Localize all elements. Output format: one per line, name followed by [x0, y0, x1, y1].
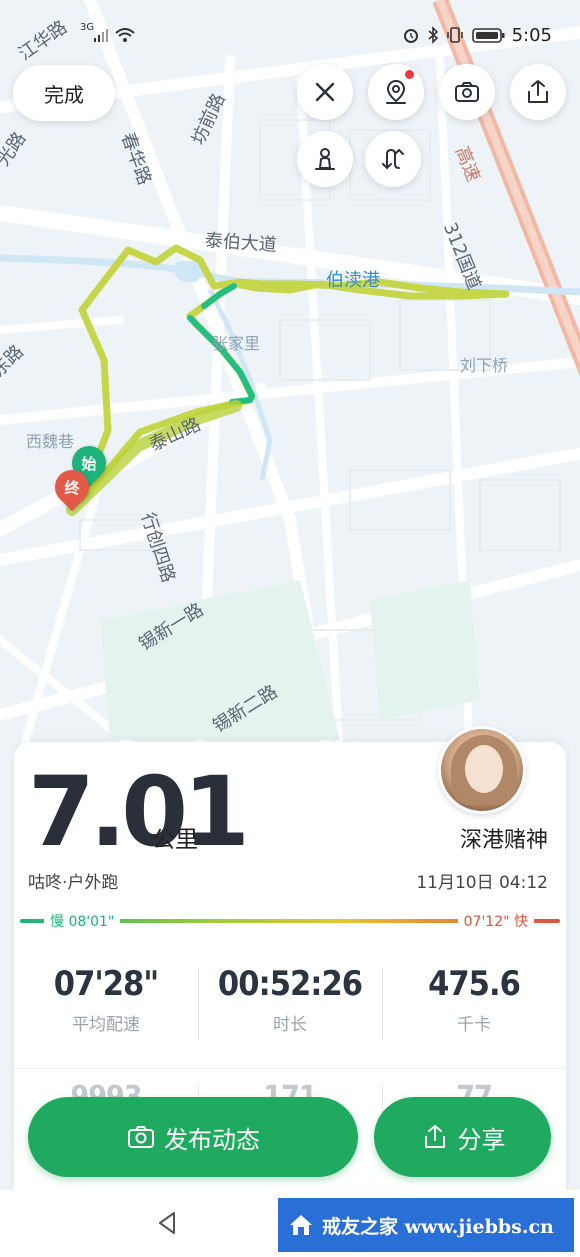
close-icon: [315, 82, 335, 102]
map-pin-button[interactable]: [368, 64, 424, 120]
share-label: 分享: [457, 1125, 506, 1154]
distance-value: 7.01: [28, 756, 250, 868]
stat-avg-pace: 07'28" 平均配速: [14, 964, 198, 1054]
camera-button[interactable]: [439, 64, 495, 120]
signal-icon: [94, 29, 108, 42]
place-label: 张家里: [212, 334, 261, 353]
share-map-button[interactable]: [510, 64, 566, 120]
share-icon: [424, 1125, 445, 1148]
share-icon: [528, 80, 548, 103]
home-icon: [290, 1215, 312, 1235]
person-icon: [315, 148, 335, 170]
stat-duration: 00:52:26 时长: [198, 964, 382, 1054]
place-label: 刘下桥: [460, 356, 509, 375]
status-time: 5:05: [511, 25, 552, 46]
person-view-button[interactable]: [297, 131, 353, 187]
distance-unit: 公里: [152, 827, 198, 853]
activity-date: 11月10日 04:12: [416, 873, 548, 893]
share-button[interactable]: 分享: [374, 1097, 551, 1177]
stat-value: 07'28": [53, 964, 159, 1004]
done-button[interactable]: 完成: [13, 65, 115, 121]
battery-icon: [472, 28, 505, 43]
pace-fast-label: 07'12" 快: [457, 911, 534, 931]
status-bar: 3G 5:05: [0, 0, 580, 70]
stats-row: 07'28" 平均配速 00:52:26 时长 475.6 千卡: [14, 964, 566, 1054]
camera-icon: [455, 82, 479, 102]
place-label: 西魏巷: [26, 432, 75, 451]
watermark-text: 戒友之家 www.jiebbs.cn: [322, 1215, 554, 1238]
vibrate-icon: [447, 27, 463, 43]
water-label: 伯渎港: [326, 270, 380, 291]
notification-dot: [405, 70, 414, 79]
wifi-icon: [115, 28, 135, 42]
divider: [14, 1068, 566, 1069]
back-icon[interactable]: [152, 1208, 182, 1238]
avatar[interactable]: [438, 726, 526, 814]
pace-gradient-bar: 慢 08'01" 07'12" 快: [20, 911, 560, 931]
route-icon: [382, 148, 404, 170]
publish-label: 发布动态: [164, 1125, 260, 1154]
stat-value: 475.6: [428, 964, 521, 1004]
activity-type: 咕咚·户外跑: [28, 873, 119, 893]
road-label: 泰伯大道: [204, 230, 278, 256]
user-nickname[interactable]: 深港赌神: [460, 822, 548, 854]
camera-icon: [128, 1126, 154, 1148]
alarm-icon: [404, 29, 418, 43]
stat-value: 00:52:26: [217, 964, 363, 1004]
pace-slow-label: 慢 08'01": [44, 911, 121, 931]
stat-label: 平均配速: [72, 1015, 140, 1035]
watermark-banner: 戒友之家 www.jiebbs.cn: [278, 1198, 574, 1252]
location-pin-icon: [386, 79, 406, 104]
run-summary-card: 7.01 公里 深港赌神 咕咚·户外跑 11月10日 04:12 慢 08'01…: [14, 726, 566, 1257]
close-button[interactable]: [297, 64, 353, 120]
stat-label: 时长: [273, 1015, 307, 1035]
stat-label: 千卡: [457, 1015, 491, 1035]
route-replay-button[interactable]: [365, 131, 421, 187]
stat-calories: 475.6 千卡: [382, 964, 566, 1054]
bluetooth-icon: [428, 26, 439, 44]
publish-post-button[interactable]: 发布动态: [28, 1097, 358, 1177]
